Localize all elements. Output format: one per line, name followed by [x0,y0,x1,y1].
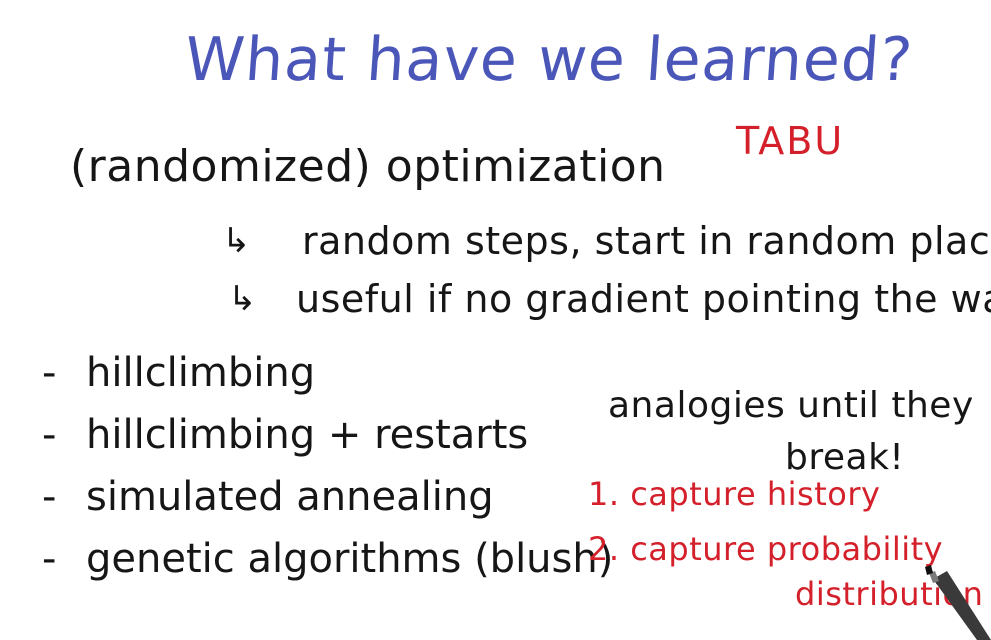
list-item: - hillclimbing [42,350,613,412]
page-title: What have we learned? [182,25,916,95]
analogies-note-line-1: analogies until they [608,385,974,426]
method-hillclimbing-restarts: hillclimbing + restarts [86,412,529,458]
note-capture-history: 1. capture history [588,475,881,513]
analogies-note-line-2: break! [785,437,905,478]
tabu-note: TABU [736,119,845,163]
method-simulated-annealing: simulated annealing [86,474,494,520]
dash-bullet: - [42,350,57,396]
dash-bullet: - [42,474,57,520]
list-item: - hillclimbing + restarts [42,412,613,474]
sub-point-useful: useful if no gradient pointing the way. [296,277,991,321]
note-capture-probability: 2. capture probability [588,530,944,568]
dash-bullet: - [42,412,57,458]
sub-point-random-steps: random steps, start in random places [302,219,991,263]
method-hillclimbing: hillclimbing [86,350,316,396]
method-genetic-algorithms: genetic algorithms (blush) [86,536,614,582]
arrow-return-icon: ↳ [228,279,257,319]
arrow-return-icon: ↳ [222,221,251,261]
list-item: - genetic algorithms (blush) [42,536,613,598]
methods-list: - hillclimbing - hillclimbing + restarts… [42,350,613,598]
topic-heading: (randomized) optimization [70,141,666,192]
dash-bullet: - [42,536,57,582]
pen-tip-icon [925,565,991,640]
list-item: - simulated annealing [42,474,613,536]
whiteboard-canvas: What have we learned? TABU (randomized) … [0,0,991,640]
